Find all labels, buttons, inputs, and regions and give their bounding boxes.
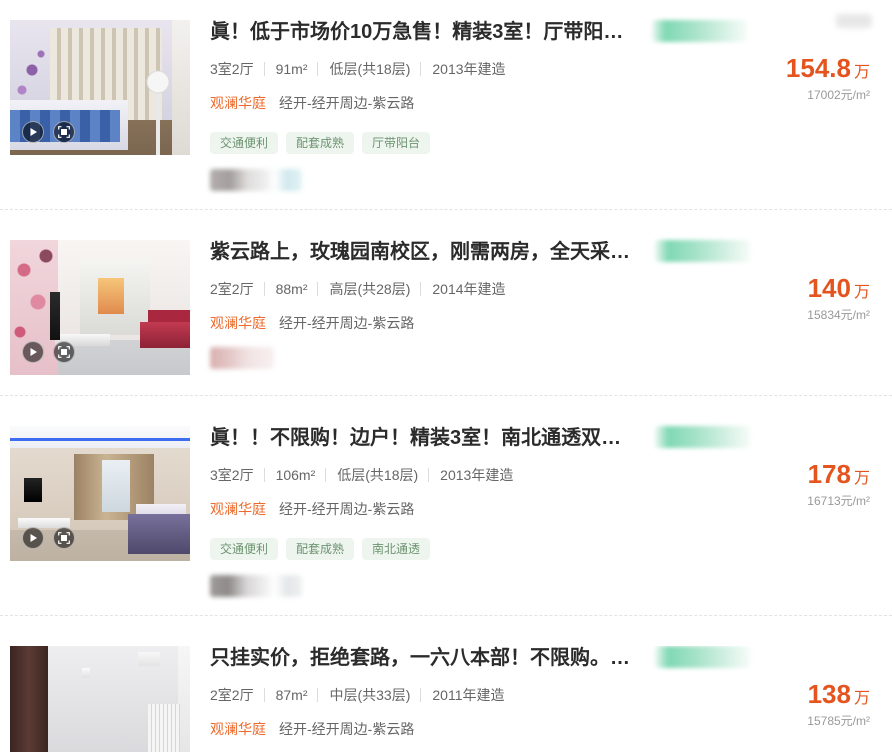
play-icon[interactable] xyxy=(22,527,44,549)
listing-title[interactable]: 眞！低于市场价10万急售！精装3室！厅带阳… xyxy=(210,20,650,44)
listing-info: 只挂实价，拒绝套路，一六八本部！不限购。… 2室2厅 87m² 中层(共33层) 20… xyxy=(210,646,650,739)
floor-level: 低层(共18层) xyxy=(325,468,418,483)
blurred-badge xyxy=(655,240,751,262)
feature-tags: 交通便利 配套成熟 南北通透 xyxy=(210,538,650,560)
blurred-content xyxy=(210,169,302,191)
listing-card[interactable]: 紫云路上，玫瑰园南校区，刚需两房，全天采… 2室2厅 88m² 高层(共28层) 20… xyxy=(0,210,892,396)
floor-level: 低层(共18层) xyxy=(317,62,410,77)
listing-card-body: 眞！低于市场价10万急售！精装3室！厅带阳… 3室2厅 91m² 低层(共18层) 2… xyxy=(0,14,892,209)
community-location: 经开-经开周边-紫云路 xyxy=(279,315,415,331)
price-value: 140 xyxy=(807,273,851,303)
floor-area: 87m² xyxy=(263,688,307,703)
total-price: 154.8 万 xyxy=(786,53,870,83)
feature-tag: 配套成熟 xyxy=(286,132,355,154)
listing-info: 紫云路上，玫瑰园南校区，刚需两房，全天采… 2室2厅 88m² 高层(共28层) 20… xyxy=(210,240,650,369)
price-value: 154.8 xyxy=(785,53,851,83)
build-year: 2011年建造 xyxy=(420,688,505,703)
listing-card-body: 眞！！不限购！边户！精装3室！南北通透双… 3室2厅 106m² 低层(共18层) 2… xyxy=(0,426,892,615)
blurred-content xyxy=(210,347,274,369)
room-layout: 2室2厅 xyxy=(210,687,254,704)
community-location: 经开-经开周边-紫云路 xyxy=(279,501,415,517)
price-value: 138 xyxy=(807,679,851,709)
listing-details: 2室2厅 87m² 中层(共33层) 2011年建造 xyxy=(210,684,650,704)
listing-photo[interactable] xyxy=(10,20,190,155)
feature-tag: 交通便利 xyxy=(210,538,279,560)
community-row: 观澜华庭 经开-经开周边-紫云路 xyxy=(210,499,650,519)
listing-details: 3室2厅 91m² 低层(共18层) 2013年建造 xyxy=(210,58,650,78)
community-name[interactable]: 观澜华庭 xyxy=(210,721,266,737)
price-unit: 万 xyxy=(853,64,870,81)
play-icon[interactable] xyxy=(22,121,44,143)
feature-tags: 交通便利 配套成熟 厅带阳台 xyxy=(210,132,650,154)
community-row: 观澜华庭 经开-经开周边-紫云路 xyxy=(210,313,650,333)
unit-price: 15834元/m² xyxy=(807,308,870,322)
unit-price: 16713元/m² xyxy=(807,494,870,508)
gallery-icon[interactable] xyxy=(53,121,75,143)
floor-area: 106m² xyxy=(263,468,315,483)
room-layout: 3室2厅 xyxy=(210,467,254,484)
room-layout: 3室2厅 xyxy=(210,61,254,78)
community-name[interactable]: 观澜华庭 xyxy=(210,95,266,111)
floor-area: 88m² xyxy=(263,282,307,297)
listing-card-body: 紫云路上，玫瑰园南校区，刚需两房，全天采… 2室2厅 88m² 高层(共28层) 20… xyxy=(0,240,892,395)
unit-price: 17002元/m² xyxy=(807,88,870,102)
listing-title[interactable]: 紫云路上，玫瑰园南校区，刚需两房，全天采… xyxy=(210,240,650,264)
price-unit: 万 xyxy=(853,690,870,707)
build-year: 2013年建造 xyxy=(420,62,506,77)
listing-details: 2室2厅 88m² 高层(共28层) 2014年建造 xyxy=(210,278,650,298)
listing-photo[interactable] xyxy=(10,426,190,561)
price-unit: 万 xyxy=(853,284,870,301)
total-price: 178 万 xyxy=(808,459,870,489)
listing-card[interactable]: 只挂实价，拒绝套路，一六八本部！不限购。… 2室2厅 87m² 中层(共33层) 20… xyxy=(0,616,892,752)
blurred-badge xyxy=(655,646,751,668)
feature-tag: 厅带阳台 xyxy=(362,132,431,154)
listing-details: 3室2厅 106m² 低层(共18层) 2013年建造 xyxy=(210,464,650,484)
blurred-content xyxy=(836,14,872,28)
listing-photo[interactable] xyxy=(10,240,190,375)
price-unit: 万 xyxy=(853,470,870,487)
price-value: 178 xyxy=(807,459,851,489)
listing-title[interactable]: 眞！！不限购！边户！精装3室！南北通透双… xyxy=(210,426,650,450)
room-layout: 2室2厅 xyxy=(210,281,254,298)
blurred-badge xyxy=(655,426,751,448)
community-name[interactable]: 观澜华庭 xyxy=(210,315,266,331)
listing-photo[interactable] xyxy=(10,646,190,752)
floor-area: 91m² xyxy=(263,62,307,77)
total-price: 140 万 xyxy=(808,273,870,303)
feature-tag: 南北通透 xyxy=(362,538,431,560)
floor-level: 中层(共33层) xyxy=(317,688,410,703)
gallery-icon[interactable] xyxy=(53,527,75,549)
community-location: 经开-经开周边-紫云路 xyxy=(279,721,415,737)
community-name[interactable]: 观澜华庭 xyxy=(210,501,266,517)
build-year: 2014年建造 xyxy=(420,282,506,297)
feature-tag: 配套成熟 xyxy=(286,538,355,560)
play-icon[interactable] xyxy=(22,341,44,363)
listing-info: 眞！低于市场价10万急售！精装3室！厅带阳… 3室2厅 91m² 低层(共18层) 2… xyxy=(210,20,650,191)
gallery-icon[interactable] xyxy=(53,341,75,363)
feature-tag: 交通便利 xyxy=(210,132,279,154)
blurred-content xyxy=(210,575,302,597)
listing-card-body: 只挂实价，拒绝套路，一六八本部！不限购。… 2室2厅 87m² 中层(共33层) 20… xyxy=(0,646,892,752)
community-location: 经开-经开周边-紫云路 xyxy=(279,95,415,111)
total-price: 138 万 xyxy=(808,679,870,709)
community-row: 观澜华庭 经开-经开周边-紫云路 xyxy=(210,93,650,113)
blurred-badge xyxy=(652,20,748,42)
listing-card[interactable]: 眞！！不限购！边户！精装3室！南北通透双… 3室2厅 106m² 低层(共18层) 2… xyxy=(0,396,892,616)
listing-info: 眞！！不限购！边户！精装3室！南北通透双… 3室2厅 106m² 低层(共18层) 2… xyxy=(210,426,650,597)
unit-price: 15785元/m² xyxy=(807,714,870,728)
floor-level: 高层(共28层) xyxy=(317,282,410,297)
community-row: 观澜华庭 经开-经开周边-紫云路 xyxy=(210,719,650,739)
build-year: 2013年建造 xyxy=(428,468,513,483)
listing-card[interactable]: 眞！低于市场价10万急售！精装3室！厅带阳… 3室2厅 91m² 低层(共18层) 2… xyxy=(0,0,892,210)
listing-title[interactable]: 只挂实价，拒绝套路，一六八本部！不限购。… xyxy=(210,646,650,670)
